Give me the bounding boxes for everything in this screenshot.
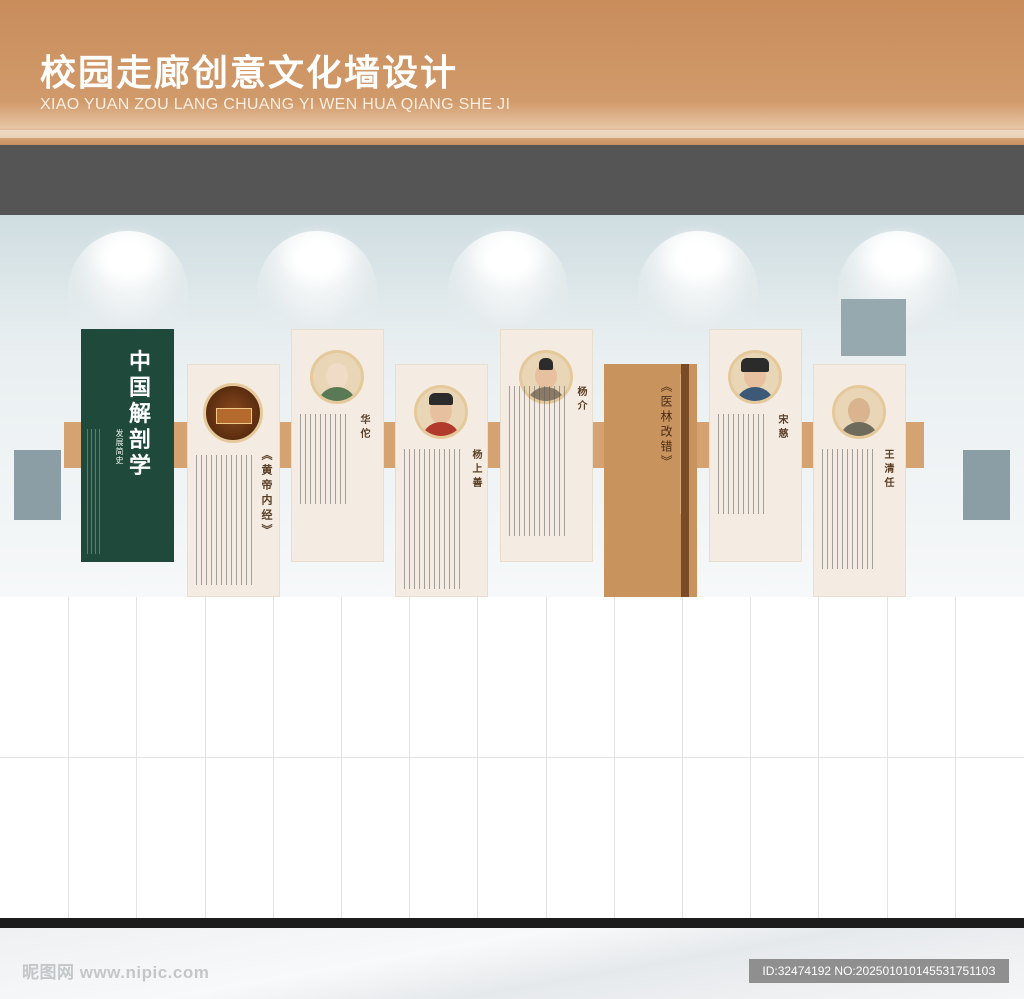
header-banner: 校园走廊创意文化墙设计 XIAO YUAN ZOU LANG CHUANG YI…: [0, 0, 1024, 145]
panel-text-block: [718, 414, 768, 514]
feature-panel-yilin-gaicuo: 《医林改错》: [604, 364, 697, 597]
intro-panel: 中国解剖学 发展简史: [81, 329, 174, 562]
panel-name: 华佗: [358, 414, 369, 442]
panel-text-block: [822, 449, 874, 569]
decor-block-top: [841, 299, 906, 356]
watermark-id: ID:32474192 NO:20250101014553175110З: [749, 959, 1009, 983]
panel-name: 杨介: [575, 386, 586, 414]
panel-text-block: [404, 449, 462, 589]
page-title: 校园走廊创意文化墙设计: [40, 53, 459, 94]
ceiling-lamp: [448, 231, 568, 331]
page-subtitle: XIAO YUAN ZOU LANG CHUANG YI WEN HUA QIA…: [40, 96, 511, 113]
ceiling-lamp: [638, 231, 758, 331]
panel-name: 宋慈: [776, 414, 787, 442]
portrait-wang-qingren: [832, 385, 886, 439]
panel-text-block: [509, 386, 567, 536]
portrait-hua-tuo: [310, 350, 364, 404]
portrait-song-ci: [728, 350, 782, 404]
panel-name: 王清任: [882, 449, 893, 491]
decor-block-left: [14, 450, 61, 520]
baseboard: [0, 918, 1024, 928]
ceiling-band: [0, 145, 1024, 215]
intro-text-block: [87, 429, 101, 554]
feature-strip: [681, 364, 689, 597]
intro-subtitle: 发展简史: [115, 429, 124, 465]
ceiling-lamp: [257, 231, 377, 331]
panel-name: 《黄帝内经》: [260, 449, 273, 539]
intro-title: 中国解剖学: [129, 349, 152, 479]
panel-yang-shangshan: 杨上善: [395, 364, 488, 597]
panel-name: 杨上善: [470, 449, 481, 491]
ceiling-lamp: [68, 231, 188, 331]
portrait-yang-shangshan: [414, 385, 468, 439]
panel-hua-tuo: 华佗: [291, 329, 384, 562]
panel-text-block: [196, 455, 252, 585]
floor-grid: [0, 597, 1024, 919]
panel-wang-qingren: 王清任: [813, 364, 906, 597]
decor-block-right: [963, 450, 1010, 520]
watermark-site: 昵图网 www.nipic.com: [22, 963, 210, 982]
header-rule: [0, 130, 1024, 138]
panel-text-block: [300, 414, 350, 504]
panel-song-ci: 宋慈: [709, 329, 802, 562]
panel-yang-jie: 杨介: [500, 329, 593, 562]
book-image: [203, 383, 263, 443]
feature-title: 《医林改错》: [659, 380, 673, 470]
